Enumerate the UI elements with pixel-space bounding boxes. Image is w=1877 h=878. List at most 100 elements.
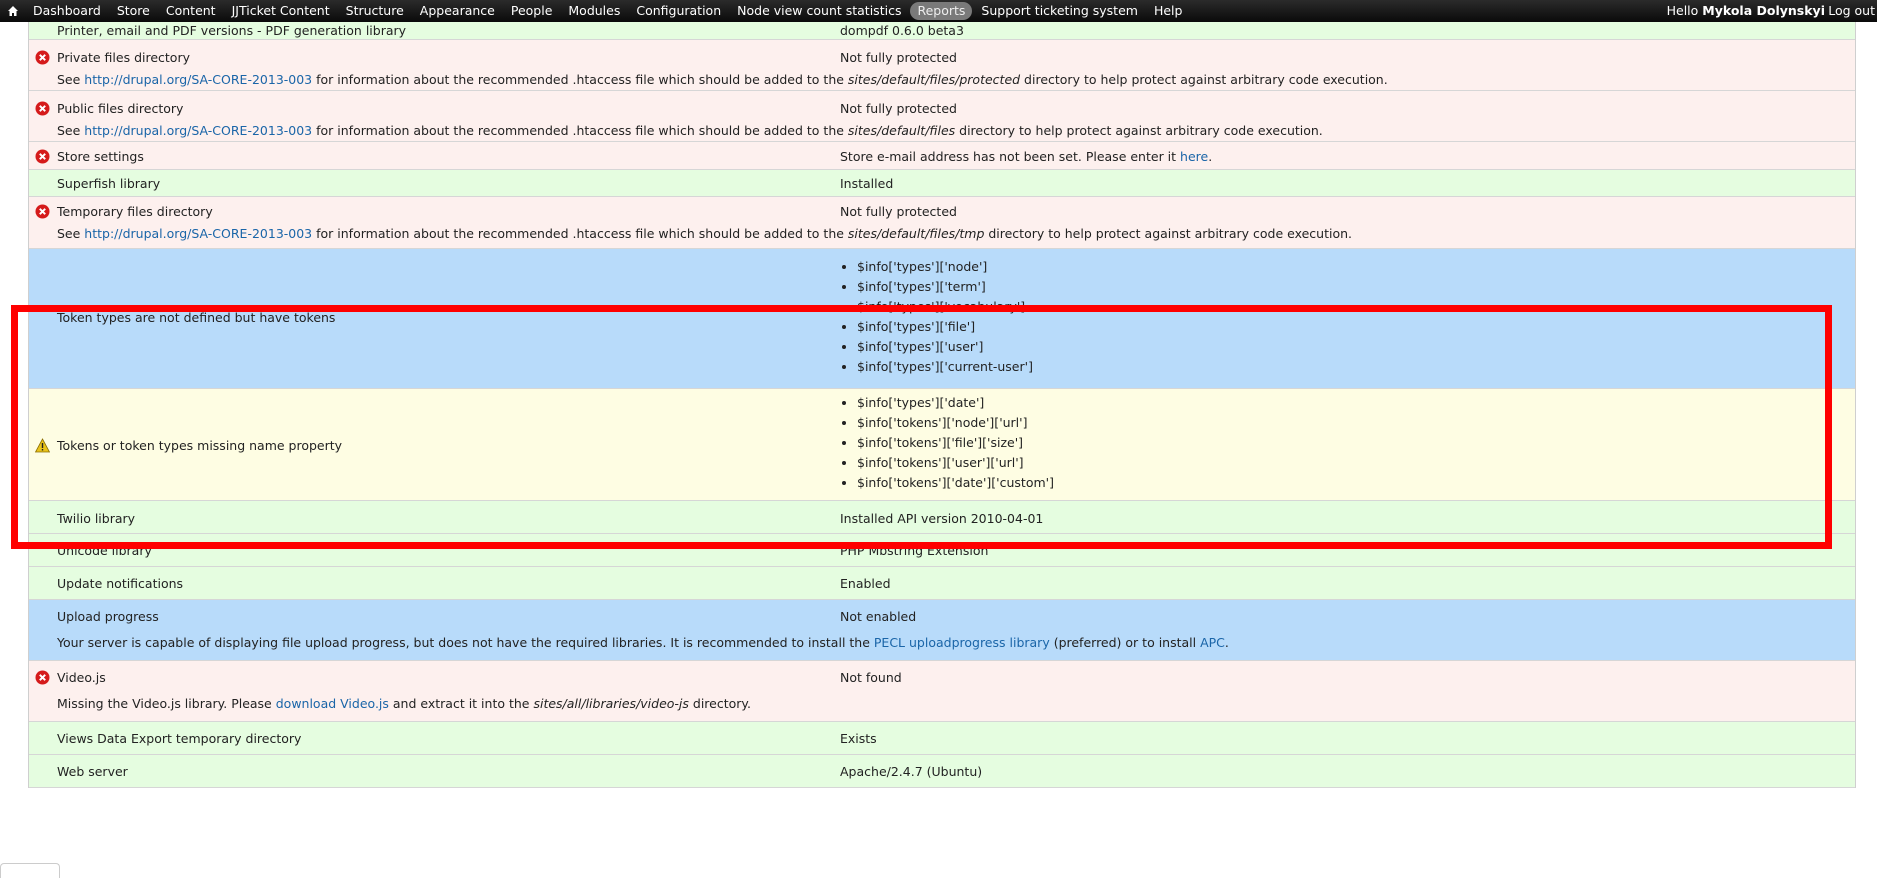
error-x-icon xyxy=(35,670,50,685)
row-value: Exists xyxy=(840,731,877,746)
row-value: Not found xyxy=(840,670,902,685)
status-row-private-files: Private files directory Not fully protec… xyxy=(29,40,1855,91)
sa-core-link[interactable]: http://drupal.org/SA-CORE-2013-003 xyxy=(84,226,312,241)
toolbar-item-people[interactable]: People xyxy=(504,2,560,20)
desc-text: for information about the recommended .h… xyxy=(312,123,848,138)
row-value: Enabled xyxy=(840,576,891,591)
list-item: $info['types']['vocabulary'] xyxy=(857,297,1033,317)
error-x-icon xyxy=(35,50,50,65)
row-title: Twilio library xyxy=(57,511,136,526)
toolbar-item-configuration[interactable]: Configuration xyxy=(629,2,728,20)
list-item: $info['types']['user'] xyxy=(857,337,1033,357)
desc-path: sites/default/files/protected xyxy=(847,72,1021,87)
status-row-unicode: Unicode library PHP Mbstring Extension xyxy=(29,534,1855,567)
status-row-views-data-export: Views Data Export temporary directory Ex… xyxy=(29,722,1855,755)
pecl-uploadprogress-link[interactable]: PECL uploadprogress library xyxy=(874,635,1050,650)
row-value: Not fully protected xyxy=(840,204,957,219)
row-title: Store settings xyxy=(57,149,144,164)
row-title: Printer, email and PDF versions - PDF ge… xyxy=(57,23,407,38)
toolbar-item-help[interactable]: Help xyxy=(1147,2,1190,20)
status-row-superfish: Superfish library Installed xyxy=(29,170,1855,197)
row-title: Update notifications xyxy=(57,576,184,591)
desc-text: directory to help protect against arbitr… xyxy=(955,123,1323,138)
status-row-tokens-missing-name: Tokens or token types missing name prope… xyxy=(29,389,1855,501)
logout-link[interactable]: Log out xyxy=(1828,0,1875,22)
list-item: $info['types']['file'] xyxy=(857,317,1033,337)
row-title: Private files directory xyxy=(57,50,190,65)
desc-text: (preferred) or to install xyxy=(1049,635,1201,650)
username[interactable]: Mykola Dolynskyi xyxy=(1702,3,1825,18)
toolbar-item-support-ticketing-system[interactable]: Support ticketing system xyxy=(974,2,1145,20)
apc-link[interactable]: APC xyxy=(1200,635,1225,650)
list-item: $info['types']['date'] xyxy=(857,393,1054,413)
row-value: Not fully protected xyxy=(840,50,957,65)
row-title: Superfish library xyxy=(57,176,161,191)
status-row-videojs: Video.js Not found Missing the Video.js … xyxy=(29,661,1855,722)
toolbar-item-structure[interactable]: Structure xyxy=(339,2,411,20)
desc-text: . xyxy=(1224,635,1229,650)
error-x-icon xyxy=(35,149,50,164)
row-title: Tokens or token types missing name prope… xyxy=(57,438,343,453)
token-types-list: $info['types']['node'] $info['types']['t… xyxy=(840,257,1033,377)
value-text: Store e-mail address has not been set. P… xyxy=(840,149,1181,164)
error-x-icon xyxy=(35,204,50,219)
row-title: Views Data Export temporary directory xyxy=(57,731,302,746)
desc-text: See xyxy=(57,123,85,138)
row-description: Your server is capable of displaying fil… xyxy=(57,635,1229,650)
row-description: Missing the Video.js library. Please dow… xyxy=(57,696,751,711)
row-title: Upload progress xyxy=(57,609,159,624)
user-greeting: Hello Mykola Dolynskyi xyxy=(1667,0,1825,22)
toolbar-menu: Dashboard Store Content JJTicket Content… xyxy=(26,0,1191,22)
sa-core-link[interactable]: http://drupal.org/SA-CORE-2013-003 xyxy=(84,72,312,87)
greeting-text: Hello xyxy=(1666,3,1703,18)
row-value: Store e-mail address has not been set. P… xyxy=(840,149,1212,164)
list-item: $info['tokens']['node']['url'] xyxy=(857,413,1054,433)
row-value: Installed API version 2010-04-01 xyxy=(840,511,1044,526)
status-row-temporary-files: Temporary files directory Not fully prot… xyxy=(29,197,1855,249)
row-value: Apache/2.4.7 (Ubuntu) xyxy=(840,764,983,779)
toolbar-item-store[interactable]: Store xyxy=(110,2,157,20)
row-value: Not fully protected xyxy=(840,101,957,116)
desc-path: sites/default/files/tmp xyxy=(847,226,985,241)
row-value: Not enabled xyxy=(840,609,917,624)
desc-text: See xyxy=(57,72,85,87)
row-title: Video.js xyxy=(57,670,106,685)
list-item: $info['types']['current-user'] xyxy=(857,357,1033,377)
desc-text: for information about the recommended .h… xyxy=(312,226,848,241)
row-value: Installed xyxy=(840,176,894,191)
status-row-web-server: Web server Apache/2.4.7 (Ubuntu) xyxy=(29,755,1855,788)
home-icon[interactable] xyxy=(0,0,26,22)
row-title: Public files directory xyxy=(57,101,184,116)
list-item: $info['tokens']['date']['custom'] xyxy=(857,473,1054,493)
toolbar-item-content[interactable]: Content xyxy=(159,2,223,20)
desc-text: directory to help protect against arbitr… xyxy=(1020,72,1388,87)
desc-path: sites/default/files xyxy=(847,123,956,138)
bottom-tab xyxy=(0,863,60,878)
list-item: $info['types']['node'] xyxy=(857,257,1033,277)
toolbar-item-node-view-count-statistics[interactable]: Node view count statistics xyxy=(730,2,908,20)
toolbar-item-reports[interactable]: Reports xyxy=(910,2,973,20)
admin-toolbar: Dashboard Store Content JJTicket Content… xyxy=(0,0,1877,22)
desc-text: See xyxy=(57,226,85,241)
status-report-table: Printer, email and PDF versions - PDF ge… xyxy=(28,22,1856,788)
desc-text: and extract it into the xyxy=(388,696,534,711)
row-title: Web server xyxy=(57,764,128,779)
row-title: Token types are not defined but have tok… xyxy=(57,310,336,325)
list-item: $info['tokens']['file']['size'] xyxy=(857,433,1054,453)
toolbar-item-dashboard[interactable]: Dashboard xyxy=(26,2,108,20)
toolbar-item-modules[interactable]: Modules xyxy=(561,2,627,20)
row-title: Unicode library xyxy=(57,543,152,558)
row-title: Temporary files directory xyxy=(57,204,213,219)
list-item: $info['tokens']['user']['url'] xyxy=(857,453,1054,473)
status-row-printer: Printer, email and PDF versions - PDF ge… xyxy=(29,22,1855,40)
download-videojs-link[interactable]: download Video.js xyxy=(276,696,389,711)
sa-core-link[interactable]: http://drupal.org/SA-CORE-2013-003 xyxy=(84,123,312,138)
desc-text: directory. xyxy=(688,696,752,711)
row-description: See http://drupal.org/SA-CORE-2013-003 f… xyxy=(57,72,1388,87)
status-row-update-notifications: Update notifications Enabled xyxy=(29,567,1855,600)
store-settings-here-link[interactable]: here xyxy=(1180,149,1208,164)
status-row-upload-progress: Upload progress Not enabled Your server … xyxy=(29,600,1855,661)
desc-text: Missing the Video.js library. Please xyxy=(57,696,276,711)
toolbar-item-jjticket-content[interactable]: JJTicket Content xyxy=(225,2,337,20)
toolbar-item-appearance[interactable]: Appearance xyxy=(413,2,502,20)
